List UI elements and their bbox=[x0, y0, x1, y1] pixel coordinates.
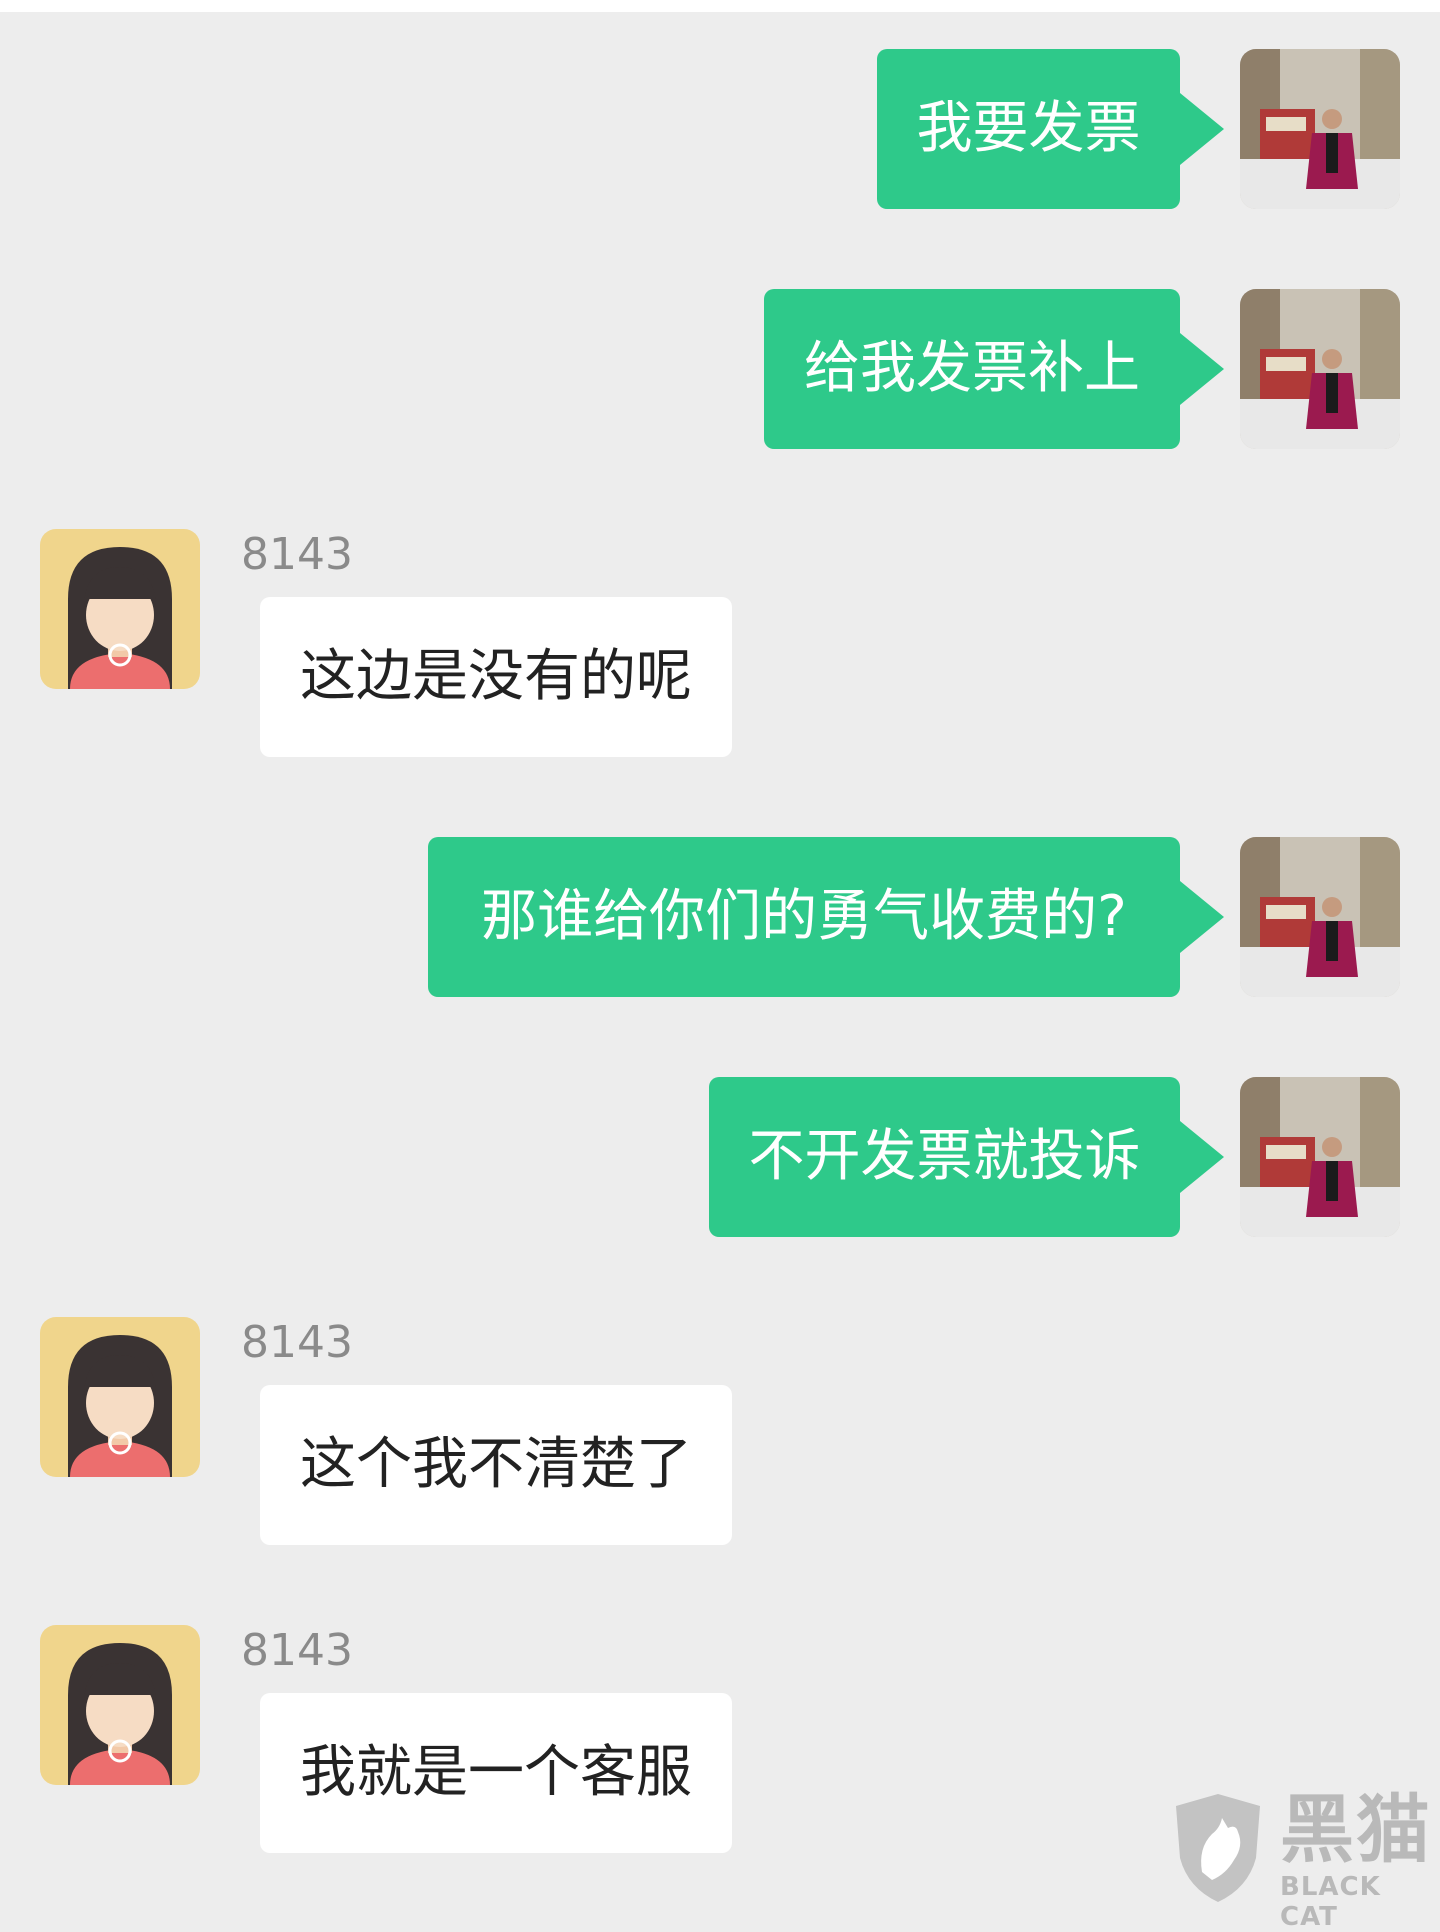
sender-name: 8143 bbox=[241, 529, 353, 580]
user-avatar[interactable] bbox=[1240, 289, 1400, 449]
sender-name: 8143 bbox=[241, 1317, 353, 1368]
bubble-tail bbox=[1180, 93, 1224, 165]
bubble-tail bbox=[1180, 1121, 1224, 1193]
girl-avatar-icon bbox=[40, 1317, 200, 1477]
message-bubble[interactable]: 给我发票补上 bbox=[764, 289, 1180, 449]
message-bubble[interactable]: 我就是一个客服 bbox=[260, 1693, 732, 1853]
agent-avatar[interactable] bbox=[40, 1625, 200, 1785]
message-bubble[interactable]: 那谁给你们的勇气收费的? bbox=[428, 837, 1180, 997]
message-bubble[interactable]: 不开发票就投诉 bbox=[709, 1077, 1180, 1237]
person-photo-icon bbox=[1240, 837, 1400, 997]
user-avatar[interactable] bbox=[1240, 1077, 1400, 1237]
watermark-en-text: BLACK CAT bbox=[1280, 1872, 1381, 1932]
watermark-cn-text: 黑猫 bbox=[1280, 1787, 1432, 1873]
girl-avatar-icon bbox=[40, 529, 200, 689]
sender-name: 8143 bbox=[241, 1625, 353, 1676]
blackcat-watermark: 黑猫 BLACK CAT bbox=[1168, 1787, 1440, 1932]
person-photo-icon bbox=[1240, 1077, 1400, 1237]
person-photo-icon bbox=[1240, 49, 1400, 209]
girl-avatar-icon bbox=[40, 1625, 200, 1785]
user-avatar[interactable] bbox=[1240, 837, 1400, 997]
agent-avatar[interactable] bbox=[40, 1317, 200, 1477]
top-edge bbox=[0, 0, 1440, 12]
bubble-tail bbox=[1180, 881, 1224, 953]
person-photo-icon bbox=[1240, 289, 1400, 449]
message-bubble[interactable]: 这边是没有的呢 bbox=[260, 597, 732, 757]
bubble-tail bbox=[1180, 333, 1224, 405]
cat-shield-logo-icon bbox=[1176, 1794, 1260, 1902]
user-avatar[interactable] bbox=[1240, 49, 1400, 209]
message-bubble[interactable]: 这个我不清楚了 bbox=[260, 1385, 732, 1545]
agent-avatar[interactable] bbox=[40, 529, 200, 689]
message-bubble[interactable]: 我要发票 bbox=[877, 49, 1180, 209]
